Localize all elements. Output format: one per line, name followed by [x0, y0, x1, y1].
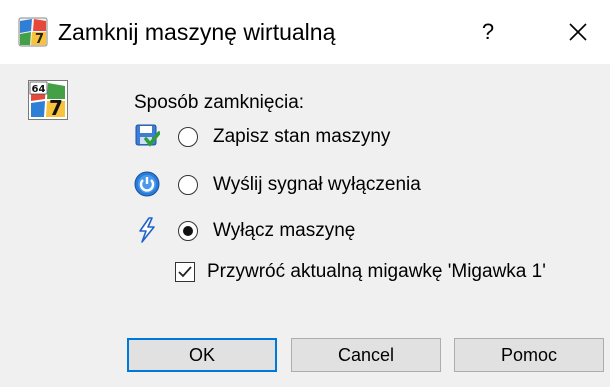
- vm-os-icon: 64 7: [28, 80, 68, 120]
- close-button[interactable]: [554, 10, 600, 54]
- power-button-icon: [134, 171, 160, 197]
- radio-save-state[interactable]: [178, 127, 198, 147]
- restore-snapshot-checkbox[interactable]: [175, 262, 195, 282]
- vm-icon-label: 64: [32, 84, 46, 95]
- title-bar: 7 Zamknij maszynę wirtualną ?: [0, 0, 610, 64]
- save-state-icon: [135, 124, 160, 147]
- ok-button[interactable]: OK: [127, 338, 277, 372]
- help-button[interactable]: Pomoc: [454, 338, 604, 372]
- virtualbox-app-icon: 7: [18, 17, 48, 47]
- help-title-button[interactable]: ?: [468, 10, 508, 54]
- checkmark-icon: [178, 266, 192, 278]
- radio-acpi-shutdown[interactable]: [178, 175, 198, 195]
- close-icon: [569, 23, 587, 41]
- option-power-off-label: Wyłącz maszynę: [213, 220, 356, 241]
- cancel-button[interactable]: Cancel: [291, 338, 441, 372]
- svg-text:7: 7: [49, 96, 63, 120]
- shutdown-method-label: Sposób zamknięcia:: [134, 92, 305, 113]
- restore-snapshot-label: Przywróć aktualną migawkę 'Migawka 1': [207, 261, 546, 282]
- svg-text:7: 7: [35, 32, 44, 47]
- radio-power-off[interactable]: [178, 221, 198, 241]
- option-acpi-shutdown-label: Wyślij sygnał wyłączenia: [213, 174, 421, 195]
- dialog-title: Zamknij maszynę wirtualną: [58, 19, 336, 45]
- option-save-state-label: Zapisz stan maszyny: [213, 126, 391, 147]
- power-off-lightning-icon: [139, 217, 155, 243]
